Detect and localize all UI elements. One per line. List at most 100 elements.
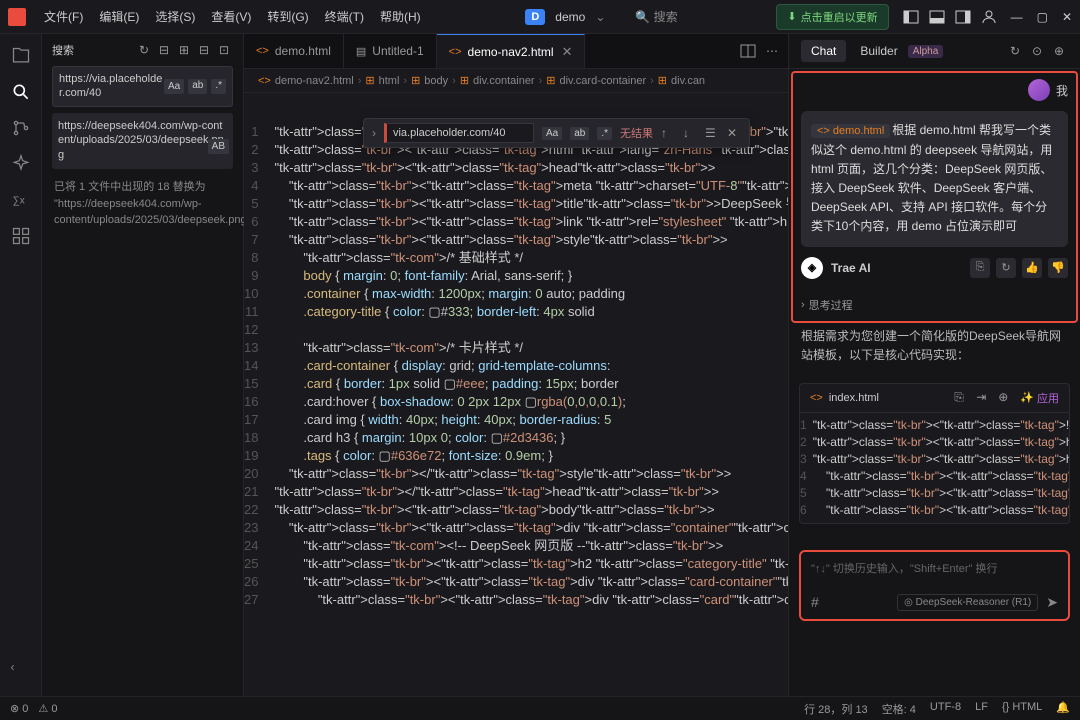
chat-panel: Chat Builder Alpha ↻ ⊙ ⊕ 我 <> demo.html根… <box>788 34 1080 696</box>
window-controls: — ▢ ✕ <box>1011 10 1072 24</box>
project-name[interactable]: demo <box>555 10 585 24</box>
word-icon[interactable]: ab <box>188 79 207 94</box>
tab-demo[interactable]: <>demo.html <box>244 34 344 68</box>
collapse-icon[interactable]: ⊟ <box>199 43 213 57</box>
search-icon[interactable] <box>11 82 31 102</box>
next-icon[interactable]: ↓ <box>683 126 697 140</box>
thumbs-down-icon[interactable]: 👎 <box>1048 258 1068 278</box>
find-input[interactable] <box>384 123 534 143</box>
hash-icon[interactable]: # <box>811 594 819 610</box>
selection-icon[interactable]: ☰ <box>705 126 719 140</box>
sparkle-icon[interactable] <box>11 154 31 174</box>
input-hint: "↑↓" 切换历史输入，"Shift+Enter" 换行 <box>811 560 1058 576</box>
indent[interactable]: 空格: 4 <box>882 701 916 717</box>
html-icon: <> <box>256 45 269 57</box>
app-logo <box>8 8 26 26</box>
menu-terminal[interactable]: 终端(T) <box>319 4 370 29</box>
send-icon[interactable]: ➤ <box>1046 594 1058 611</box>
history-icon[interactable]: ⊙ <box>1032 44 1046 58</box>
case-icon[interactable]: Aa <box>164 79 184 94</box>
titlebar: 文件(F) 编辑(E) 选择(S) 查看(V) 转到(G) 终端(T) 帮助(H… <box>0 0 1080 34</box>
retry-icon[interactable]: ↻ <box>996 258 1016 278</box>
more-icon[interactable]: ⋯ <box>766 44 778 58</box>
ai-text: 根据需求为您创建一个简化版的DeepSeek导航网站模板，以下是核心代码实现： <box>789 327 1080 365</box>
account-icon[interactable] <box>981 9 997 25</box>
eol[interactable]: LF <box>975 701 988 717</box>
cursor-position[interactable]: 行 28，列 13 <box>804 701 868 717</box>
search-hint: 已将 1 文件中出现的 18 替换为 "https://deepseek404.… <box>52 177 233 231</box>
encoding[interactable]: UTF-8 <box>930 701 961 717</box>
alpha-badge: Alpha <box>908 45 944 58</box>
maximize-icon[interactable]: ▢ <box>1037 10 1048 24</box>
chevron-down-icon[interactable]: ⌄ <box>595 10 605 24</box>
copy-icon[interactable]: ⎘ <box>970 258 990 278</box>
menu-help[interactable]: 帮助(H) <box>374 4 427 29</box>
search-replace-input[interactable]: https://deepseek404.com/wp-content/uploa… <box>52 113 233 170</box>
activity-bar: ∑x ‹ <box>0 34 42 696</box>
split-icon[interactable] <box>740 43 756 59</box>
apply-button[interactable]: ✨ 应用 <box>1020 390 1059 406</box>
menu-edit[interactable]: 编辑(E) <box>93 4 145 29</box>
status-warnings[interactable]: ⚠ 0 <box>38 702 57 715</box>
download-icon: ⬇ <box>787 10 796 23</box>
tab-close-icon[interactable]: ✕ <box>562 44 573 60</box>
layout-icons <box>903 9 997 25</box>
file-chip[interactable]: <> demo.html <box>811 124 890 138</box>
minimize-icon[interactable]: — <box>1011 10 1023 24</box>
word-icon[interactable]: ab <box>570 127 589 140</box>
chat-input[interactable]: "↑↓" 切换历史输入，"Shift+Enter" 换行 # ◎ DeepSee… <box>799 550 1070 621</box>
chat-tab-chat[interactable]: Chat <box>801 40 846 62</box>
update-button[interactable]: ⬇点击重启以更新 <box>776 4 888 30</box>
find-bar: › Aa ab .* 无结果 ↑ ↓ ☰ ✕ <box>363 118 750 148</box>
case-icon[interactable]: Aa <box>542 127 562 140</box>
prev-icon[interactable]: ↑ <box>661 126 675 140</box>
close-find-icon[interactable]: ✕ <box>727 126 741 140</box>
global-search[interactable]: 🔍 搜索 <box>635 8 677 25</box>
chat-tab-builder[interactable]: Builder <box>850 40 907 62</box>
regex-icon[interactable]: .* <box>211 79 226 94</box>
menu-view[interactable]: 查看(V) <box>205 4 257 29</box>
search-panel-title: 搜索 <box>52 42 133 58</box>
breadcrumb[interactable]: <> demo-nav2.html› ⊞ html› ⊞ body› ⊞ div… <box>244 69 788 93</box>
notifications-icon[interactable]: 🔔 <box>1056 701 1070 717</box>
user-message: <> demo.html根据 demo.html 帮我写一个类似这个 demo.… <box>801 111 1068 247</box>
thumbs-up-icon[interactable]: 👍 <box>1022 258 1042 278</box>
think-collapse[interactable]: ›思考过程 <box>789 293 1080 317</box>
status-errors[interactable]: ⊗ 0 <box>10 702 28 715</box>
preserve-case-icon[interactable]: AB <box>208 139 229 155</box>
extensions-icon[interactable] <box>11 226 31 246</box>
new-search-icon[interactable]: ⊞ <box>179 43 193 57</box>
editor-tabs: <>demo.html ▤Untitled-1 <>demo-nav2.html… <box>244 34 788 69</box>
clock-icon[interactable]: ↻ <box>1010 44 1024 58</box>
code-editor[interactable]: 1234567891011121314151617181920212223242… <box>244 93 788 696</box>
new-file-icon[interactable]: ⊕ <box>998 390 1014 406</box>
panel-left-icon[interactable] <box>903 9 919 25</box>
panel-bottom-icon[interactable] <box>929 9 945 25</box>
new-chat-icon[interactable]: ⊕ <box>1054 44 1068 58</box>
expression-icon[interactable]: ∑x <box>11 190 31 210</box>
copy-code-icon[interactable]: ⎘ <box>954 390 970 406</box>
menu-go[interactable]: 转到(G) <box>261 4 314 29</box>
language[interactable]: {} HTML <box>1002 701 1042 717</box>
ai-name: Trae AI <box>831 261 871 275</box>
chevron-left-icon[interactable]: ‹ <box>11 660 31 680</box>
explorer-icon[interactable] <box>11 46 31 66</box>
insert-icon[interactable]: ⇥ <box>976 390 992 406</box>
menu-select[interactable]: 选择(S) <box>149 4 201 29</box>
panel-right-icon[interactable] <box>955 9 971 25</box>
menu-file[interactable]: 文件(F) <box>38 4 89 29</box>
close-icon[interactable]: ✕ <box>1062 10 1072 24</box>
clear-icon[interactable]: ⊟ <box>159 43 173 57</box>
model-selector[interactable]: ◎ DeepSeek-Reasoner (R1) <box>897 594 1038 611</box>
git-icon[interactable] <box>11 118 31 138</box>
tab-demo-nav2[interactable]: <>demo-nav2.html✕ <box>437 34 586 68</box>
chevron-right-icon[interactable]: › <box>372 126 376 140</box>
title-center: D demo ⌄ 🔍 搜索 <box>431 8 773 25</box>
search-input[interactable]: https://via.placeholder.com/40 Aa ab .* <box>52 66 233 107</box>
expand-icon[interactable]: ⊡ <box>219 43 233 57</box>
tab-untitled[interactable]: ▤Untitled-1 <box>344 34 437 68</box>
chat-code-block: <> index.html ⎘ ⇥ ⊕ ✨ 应用 123456 "tk-attr… <box>799 383 1070 524</box>
refresh-icon[interactable]: ↻ <box>139 43 153 57</box>
regex-icon[interactable]: .* <box>597 127 612 140</box>
search-panel: 搜索 ↻ ⊟ ⊞ ⊟ ⊡ https://via.placeholder.com… <box>42 34 244 696</box>
